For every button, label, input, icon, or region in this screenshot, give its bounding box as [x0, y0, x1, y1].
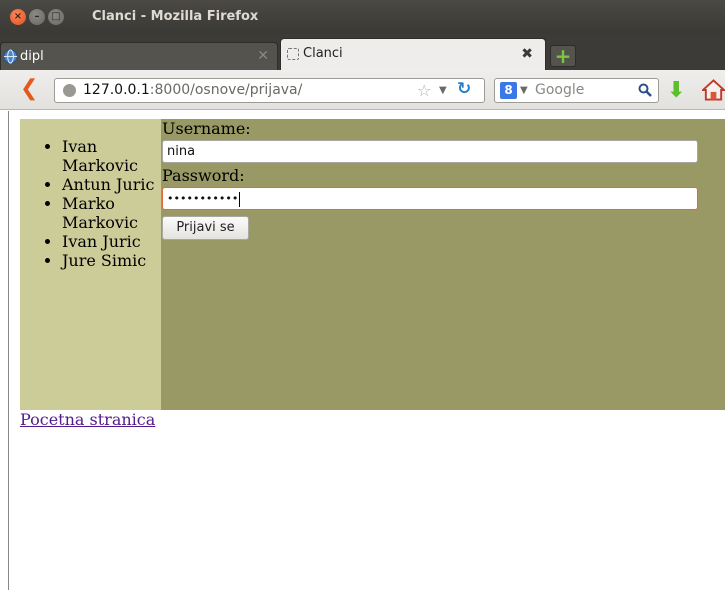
page-viewport: Ivan Markovic Antun Juric Marko Markovic… — [8, 111, 725, 590]
back-arrow-icon[interactable]: ❮ — [20, 77, 38, 101]
google-search-engine-icon[interactable]: 8 — [500, 82, 517, 99]
download-arrow-icon[interactable]: ⬇ — [667, 78, 685, 103]
reload-icon[interactable]: ↻ — [457, 78, 471, 101]
close-tab-icon[interactable]: ✖ — [521, 39, 533, 69]
url-bar[interactable]: 127.0.0.1:8000/osnove/prijava/ ☆ ▼ ↻ — [54, 78, 485, 103]
history-dropdown-icon[interactable]: ▼ — [439, 79, 447, 102]
list-item: Jure Simic — [62, 251, 160, 270]
username-label: Username: — [162, 119, 251, 138]
window-title: Clanci - Mozilla Firefox — [92, 9, 259, 24]
login-submit-button[interactable]: Prijavi se — [162, 216, 249, 240]
content-container: Ivan Markovic Antun Juric Marko Markovic… — [20, 119, 725, 410]
password-mask: ••••••••••• — [167, 192, 239, 205]
new-tab-button[interactable]: + — [550, 45, 576, 67]
search-icon[interactable] — [638, 83, 652, 97]
url-text[interactable]: 127.0.0.1:8000/osnove/prijava/ — [83, 79, 302, 102]
list-item: Antun Juric — [62, 175, 160, 194]
window-minimize-icon[interactable]: – — [29, 9, 45, 25]
password-field[interactable]: ••••••••••• — [162, 187, 698, 210]
home-page-link[interactable]: Pocetna stranica — [20, 410, 155, 430]
site-identity-icon[interactable] — [63, 84, 76, 97]
close-tab-icon[interactable]: ✕ — [257, 43, 269, 70]
blank-page-icon — [287, 48, 299, 60]
tab-label: Clanci — [303, 46, 343, 61]
navigation-toolbar: ❮ 127.0.0.1:8000/osnove/prijava/ ☆ ▼ ↻ 8… — [0, 70, 725, 110]
list-item: Marko Markovic — [62, 194, 160, 232]
search-engine-dropdown-icon[interactable]: ▼ — [520, 79, 528, 102]
password-label: Password: — [162, 166, 245, 185]
window-maximize-icon[interactable]: □ — [48, 9, 64, 25]
url-host: 127.0.0.1 — [83, 82, 150, 98]
list-item: Ivan Juric — [62, 232, 160, 251]
text-caret — [239, 191, 241, 207]
author-sidebar: Ivan Markovic Antun Juric Marko Markovic… — [20, 119, 161, 410]
window-close-icon[interactable]: × — [10, 9, 26, 25]
search-placeholder: Google — [535, 82, 585, 98]
tab-clanci[interactable]: Clanci ✖ — [280, 38, 546, 70]
window-titlebar: × – □ Clanci - Mozilla Firefox — [0, 0, 725, 34]
tab-strip: dipl ✕ Clanci ✖ — [0, 34, 725, 70]
globe-icon — [3, 49, 18, 64]
bookmark-star-icon[interactable]: ☆ — [417, 79, 431, 102]
plus-icon: + — [554, 44, 572, 68]
search-bar[interactable]: 8 ▼ Google — [494, 78, 659, 103]
tab-label: dipl — [20, 49, 44, 64]
author-list: Ivan Markovic Antun Juric Marko Markovic… — [20, 137, 160, 270]
tab-dipl[interactable]: dipl ✕ — [0, 42, 278, 70]
url-path: :8000/osnove/prijava/ — [149, 82, 303, 98]
login-form: Username: nina Password: ••••••••••• Pri… — [161, 119, 725, 410]
username-field[interactable]: nina — [162, 140, 698, 163]
list-item: Ivan Markovic — [62, 137, 160, 175]
home-icon[interactable] — [702, 78, 725, 102]
